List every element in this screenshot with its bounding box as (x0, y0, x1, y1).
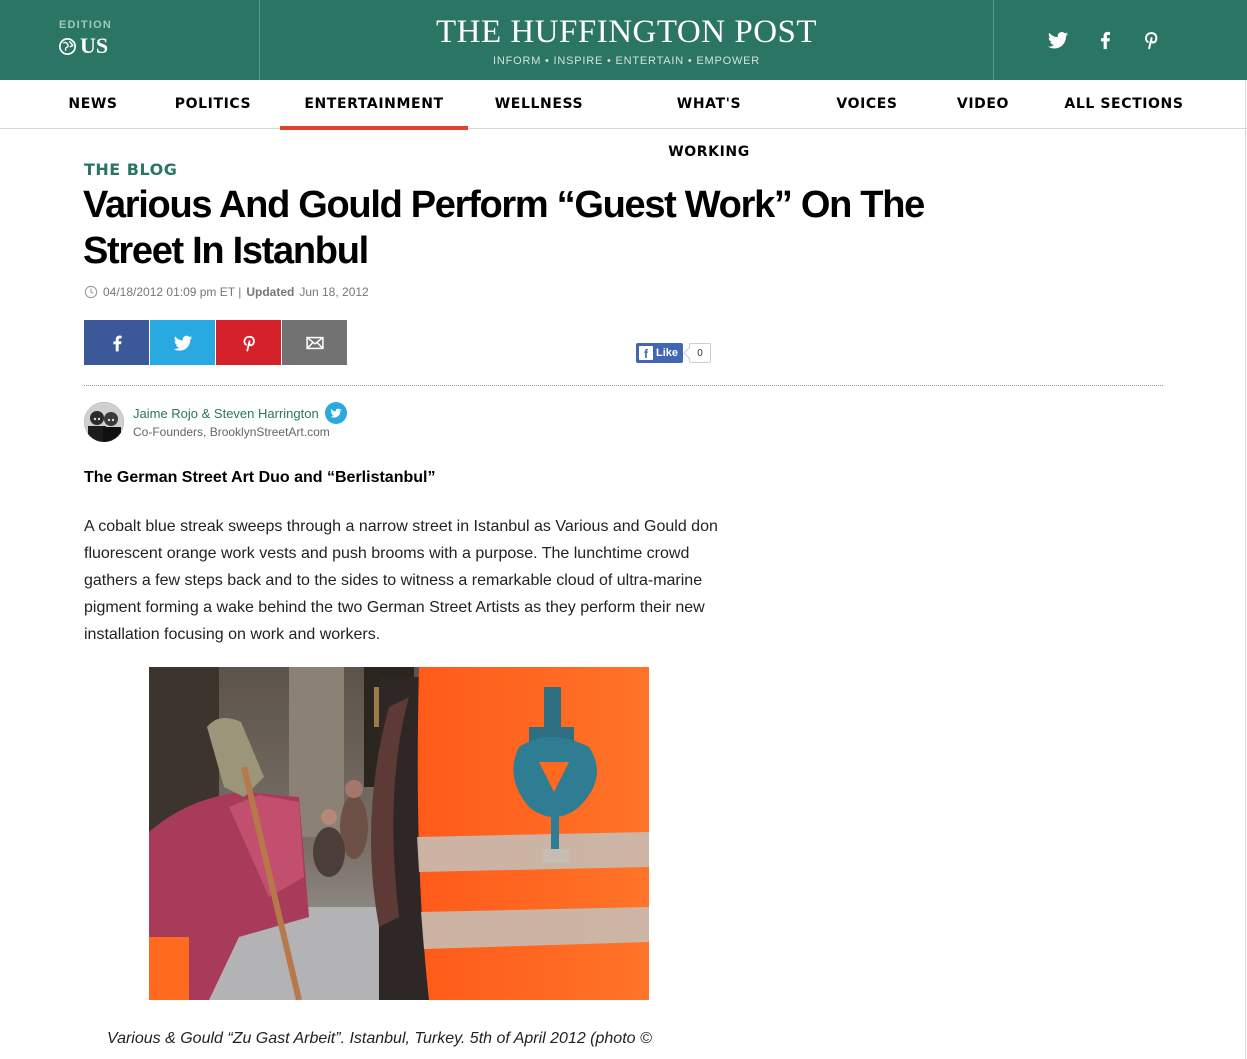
nav-item-wellness[interactable]: WELLNESS (492, 80, 586, 129)
brand-title: THE HUFFINGTON POST (435, 14, 818, 50)
edition-value-text: US (80, 33, 109, 58)
photo-caption: Various & Gould “Zu Gast Arbeit”. Istanb… (107, 1030, 652, 1047)
share-email-button[interactable] (282, 320, 347, 365)
author-role: Co-Founders, BrooklynStreetArt.com (133, 425, 330, 439)
nav-item-politics[interactable]: POLITICS (170, 80, 256, 129)
brand-logo[interactable]: THE HUFFINGTON POST INFORM • INSPIRE • E… (260, 0, 993, 80)
edition-selector[interactable]: EDITION US (0, 0, 260, 80)
clock-icon (84, 285, 98, 299)
nav-item-whats-working[interactable]: WHAT'S WORKING (634, 80, 784, 160)
updated-label: Updated (246, 285, 295, 299)
nav-item-video[interactable]: VIDEO (951, 80, 1015, 129)
author-twitter-link[interactable] (324, 402, 347, 424)
nav-item-news[interactable]: NEWS (62, 80, 124, 129)
facebook-like-label: Like (656, 347, 679, 359)
header-social-links (993, 0, 1247, 80)
facebook-like-count: 0 (689, 343, 712, 363)
author-byline: Jaime Rojo & Steven Harrington Co-Founde… (84, 402, 347, 442)
facebook-like-widget: f Like 0 (636, 343, 712, 363)
author-name[interactable]: Jaime Rojo & Steven Harrington (133, 402, 347, 424)
share-twitter-button[interactable] (150, 320, 215, 365)
article-body-paragraph: A cobalt blue streak sweeps through a na… (84, 518, 718, 643)
article-photo[interactable] (149, 667, 649, 1000)
email-icon (305, 336, 324, 349)
article-subhead: The German Street Art Duo and “Berlistan… (84, 469, 436, 486)
facebook-icon (112, 335, 122, 351)
nav-item-voices[interactable]: VOICES (831, 80, 903, 129)
updated-date: Jun 18, 2012 (299, 285, 369, 299)
twitter-icon[interactable] (1047, 29, 1069, 51)
page-edge-line (1245, 80, 1246, 1059)
twitter-icon (173, 335, 192, 351)
main-nav: NEWS POLITICS ENTERTAINMENT WELLNESS WHA… (0, 80, 1247, 160)
article-dateline: 04/18/2012 01:09 pm ET | Updated Jun 18,… (84, 285, 369, 299)
facebook-icon[interactable] (1094, 29, 1116, 51)
twitter-icon (330, 408, 342, 418)
published-date: 04/18/2012 01:09 pm ET | (103, 285, 242, 299)
author-avatar[interactable] (84, 402, 124, 442)
edition-label: EDITION (59, 19, 113, 31)
nav-item-entertainment[interactable]: ENTERTAINMENT (280, 80, 468, 130)
site-header: EDITION US THE HUFFINGTON POST INFORM • … (0, 0, 1247, 80)
author-name-text: Jaime Rojo & Steven Harrington (133, 405, 319, 421)
globe-icon (59, 37, 76, 55)
share-pinterest-button[interactable] (216, 320, 281, 365)
article-headline: Various And Gould Perform “Guest Work” O… (83, 184, 925, 272)
pinterest-icon[interactable] (1140, 29, 1162, 51)
blog-kicker[interactable]: THE BLOG (84, 160, 177, 179)
pinterest-icon (243, 335, 255, 351)
edition-value[interactable]: US (59, 33, 108, 59)
facebook-icon: f (639, 346, 653, 360)
facebook-like-button[interactable]: f Like (636, 343, 684, 363)
brand-tagline: INFORM • INSPIRE • ENTERTAIN • EMPOWER (492, 55, 761, 67)
article-divider (84, 385, 1163, 386)
nav-item-all-sections[interactable]: ALL SECTIONS (1063, 80, 1185, 129)
share-facebook-button[interactable] (84, 320, 149, 365)
